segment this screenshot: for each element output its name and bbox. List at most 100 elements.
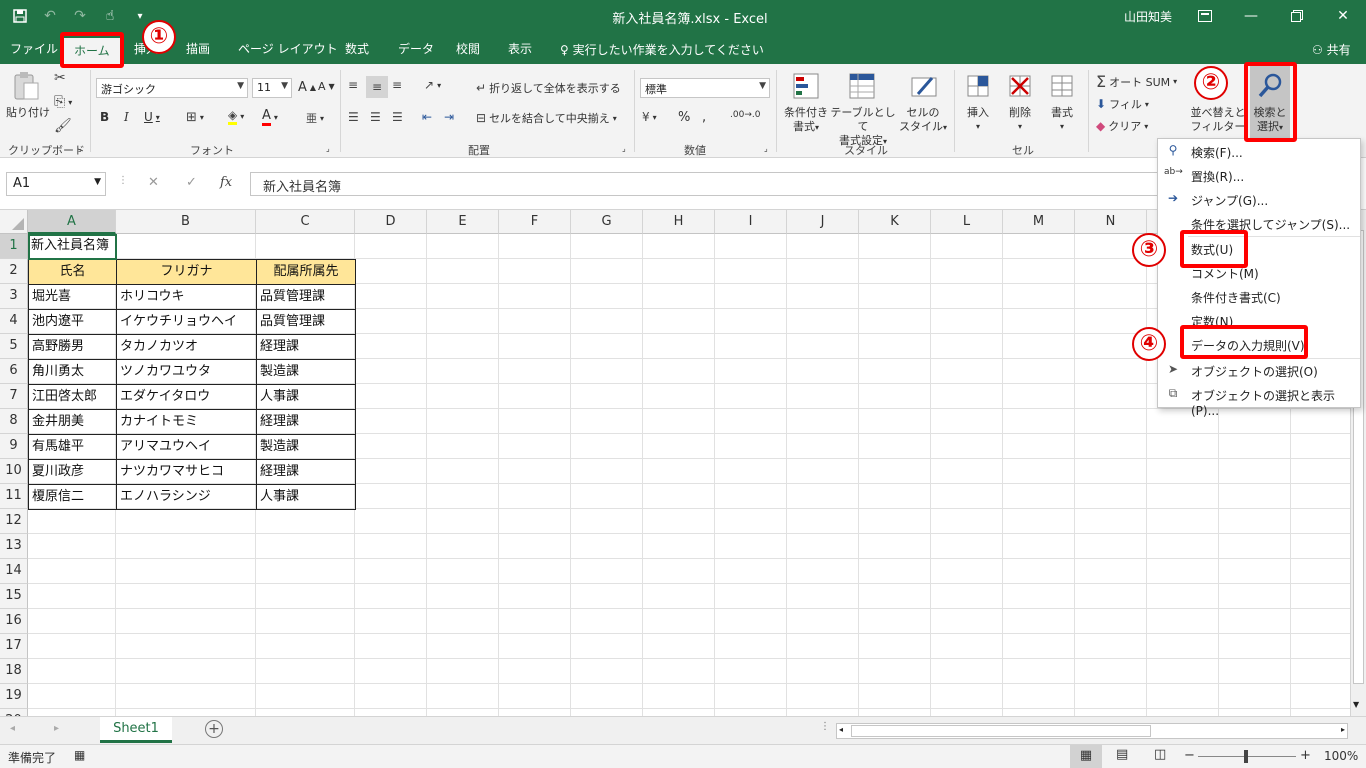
scroll-left-icon[interactable]: ◂	[839, 725, 843, 734]
insert-cells-icon[interactable]	[962, 70, 994, 102]
column-header[interactable]: K	[859, 210, 931, 234]
table-cell[interactable]: 江田啓太郎	[28, 384, 117, 410]
tab-review[interactable]: 校閲	[456, 40, 480, 57]
zoom-out-icon[interactable]: −	[1184, 748, 1195, 763]
column-header[interactable]: H	[643, 210, 715, 234]
cell-styles-label[interactable]: セルの スタイル▾	[896, 106, 950, 135]
row-header[interactable]: 12	[0, 509, 28, 534]
normal-view-icon[interactable]: ▦	[1070, 745, 1102, 768]
tab-split-icon[interactable]: ⋮	[820, 721, 830, 732]
wrap-text-button[interactable]: ↵ 折り返して全体を表示する	[476, 80, 621, 96]
row-header[interactable]: 17	[0, 634, 28, 659]
column-header[interactable]: A	[28, 210, 116, 234]
row-header[interactable]: 7	[0, 384, 28, 409]
macro-record-icon[interactable]: ▦	[74, 748, 85, 762]
table-header-cell[interactable]: 配属所属先	[256, 259, 356, 285]
row-header[interactable]: 3	[0, 284, 28, 309]
font-color-icon[interactable]: A ▾	[262, 108, 278, 126]
tab-draw[interactable]: 描画	[186, 40, 210, 57]
table-cell[interactable]: 池内遼平	[28, 309, 117, 335]
tab-formulas[interactable]: 数式	[345, 40, 369, 57]
tell-me-box[interactable]: ♀ 実行したい作業を入力してください	[560, 41, 764, 58]
column-header[interactable]: F	[499, 210, 571, 234]
table-cell[interactable]: カナイトモミ	[116, 409, 257, 435]
table-cell[interactable]: 品質管理課	[256, 284, 356, 310]
redo-icon[interactable]: ↷	[66, 4, 94, 28]
fill-color-icon[interactable]: ◈ ▾	[228, 108, 244, 125]
merge-center-button[interactable]: ⊟ セルを結合して中央揃え ▾	[476, 110, 617, 126]
insert-cells-label[interactable]: 挿入 ▾	[958, 106, 998, 134]
table-cell[interactable]: 品質管理課	[256, 309, 356, 335]
save-icon[interactable]	[6, 4, 34, 28]
table-cell[interactable]: 経理課	[256, 459, 356, 485]
zoom-level[interactable]: 100%	[1324, 749, 1358, 763]
align-bottom-icon[interactable]: ≡	[392, 78, 402, 92]
format-cells-icon[interactable]	[1046, 70, 1078, 102]
row-header[interactable]: 16	[0, 609, 28, 634]
comma-icon[interactable]: ,	[702, 110, 706, 125]
cancel-icon[interactable]: ✕	[148, 175, 159, 190]
shrink-font-icon[interactable]: A ▼	[318, 80, 335, 93]
table-cell[interactable]: ナツカワマサヒコ	[116, 459, 257, 485]
select-all-corner[interactable]	[0, 210, 28, 234]
column-header[interactable]: B	[116, 210, 256, 234]
align-right-icon[interactable]: ☰	[392, 110, 403, 124]
table-cell[interactable]: ホリコウキ	[116, 284, 257, 310]
row-header[interactable]: 2	[0, 259, 28, 284]
table-cell[interactable]: エノハラシンジ	[116, 484, 257, 510]
table-cell[interactable]: タカノカツオ	[116, 334, 257, 360]
font-size-combo[interactable]: 11 ▼	[252, 78, 292, 98]
worksheet-grid[interactable]: ABCDEFGHIJKLMNOPQR 123456789101112131415…	[0, 210, 1350, 716]
prev-sheet-icon[interactable]: ◂	[10, 723, 15, 734]
row-header[interactable]: 19	[0, 684, 28, 709]
table-header-cell[interactable]: フリガナ	[116, 259, 257, 285]
row-header[interactable]: 18	[0, 659, 28, 684]
bold-icon[interactable]: B	[100, 110, 109, 124]
clipboard-launcher-icon[interactable]: ⌟	[78, 144, 82, 153]
horizontal-scrollbar[interactable]: ◂ ▸	[836, 723, 1348, 739]
underline-icon[interactable]: U ▾	[144, 110, 160, 124]
conditional-format-label[interactable]: 条件付き 書式▾	[778, 106, 834, 135]
menu-item-conditional-formatting[interactable]: 条件付き書式(C)	[1158, 285, 1360, 309]
formula-input[interactable]: 新入社員名簿	[250, 172, 1170, 196]
enter-icon[interactable]: ✓	[186, 175, 197, 190]
column-header[interactable]: J	[787, 210, 859, 234]
table-header-cell[interactable]: 氏名	[28, 259, 117, 285]
column-header[interactable]: C	[256, 210, 355, 234]
user-name[interactable]: 山田知美	[1124, 8, 1172, 25]
grow-font-icon[interactable]: A ▲	[298, 80, 316, 95]
row-header[interactable]: 14	[0, 559, 28, 584]
fill-button[interactable]: ⬇ フィル ▾	[1096, 96, 1149, 112]
cell-styles-icon[interactable]	[908, 70, 940, 102]
table-cell[interactable]: 人事課	[256, 484, 356, 510]
row-header[interactable]: 11	[0, 484, 28, 509]
ribbon-display-icon[interactable]	[1182, 0, 1228, 32]
table-cell[interactable]: アリマユウヘイ	[116, 434, 257, 460]
row-header[interactable]: 8	[0, 409, 28, 434]
align-left-icon[interactable]: ☰	[348, 110, 359, 124]
tab-data[interactable]: データ	[398, 40, 434, 57]
zoom-in-icon[interactable]: +	[1300, 748, 1311, 763]
zoom-slider-thumb[interactable]	[1244, 750, 1248, 763]
table-cell[interactable]: 夏川政彦	[28, 459, 117, 485]
delete-cells-label[interactable]: 削除 ▾	[1000, 106, 1040, 134]
close-icon[interactable]: ✕	[1320, 0, 1366, 32]
menu-item-replace[interactable]: ab→ 置換(R)...	[1158, 164, 1360, 188]
table-cell[interactable]: 製造課	[256, 434, 356, 460]
column-header[interactable]: M	[1003, 210, 1075, 234]
column-header[interactable]: G	[571, 210, 643, 234]
page-break-view-icon[interactable]: ◫	[1154, 747, 1166, 762]
clear-button[interactable]: ◆ クリア ▾	[1096, 118, 1148, 134]
table-cell[interactable]: 金井朋美	[28, 409, 117, 435]
copy-icon[interactable]: ⎘ ▾	[54, 94, 72, 110]
next-sheet-icon[interactable]: ▸	[54, 723, 59, 734]
delete-cells-icon[interactable]	[1004, 70, 1036, 102]
minimize-icon[interactable]: —	[1228, 0, 1274, 32]
table-cell[interactable]: 製造課	[256, 359, 356, 385]
accounting-format-icon[interactable]: ¥ ▾	[642, 110, 657, 124]
percent-icon[interactable]: %	[678, 110, 690, 125]
page-layout-view-icon[interactable]: ▤	[1116, 747, 1128, 762]
borders-icon[interactable]: ⊞ ▾	[186, 110, 204, 125]
menu-item-select-objects[interactable]: ➤ オブジェクトの選択(O)	[1158, 359, 1360, 383]
table-cell[interactable]: 有馬雄平	[28, 434, 117, 460]
